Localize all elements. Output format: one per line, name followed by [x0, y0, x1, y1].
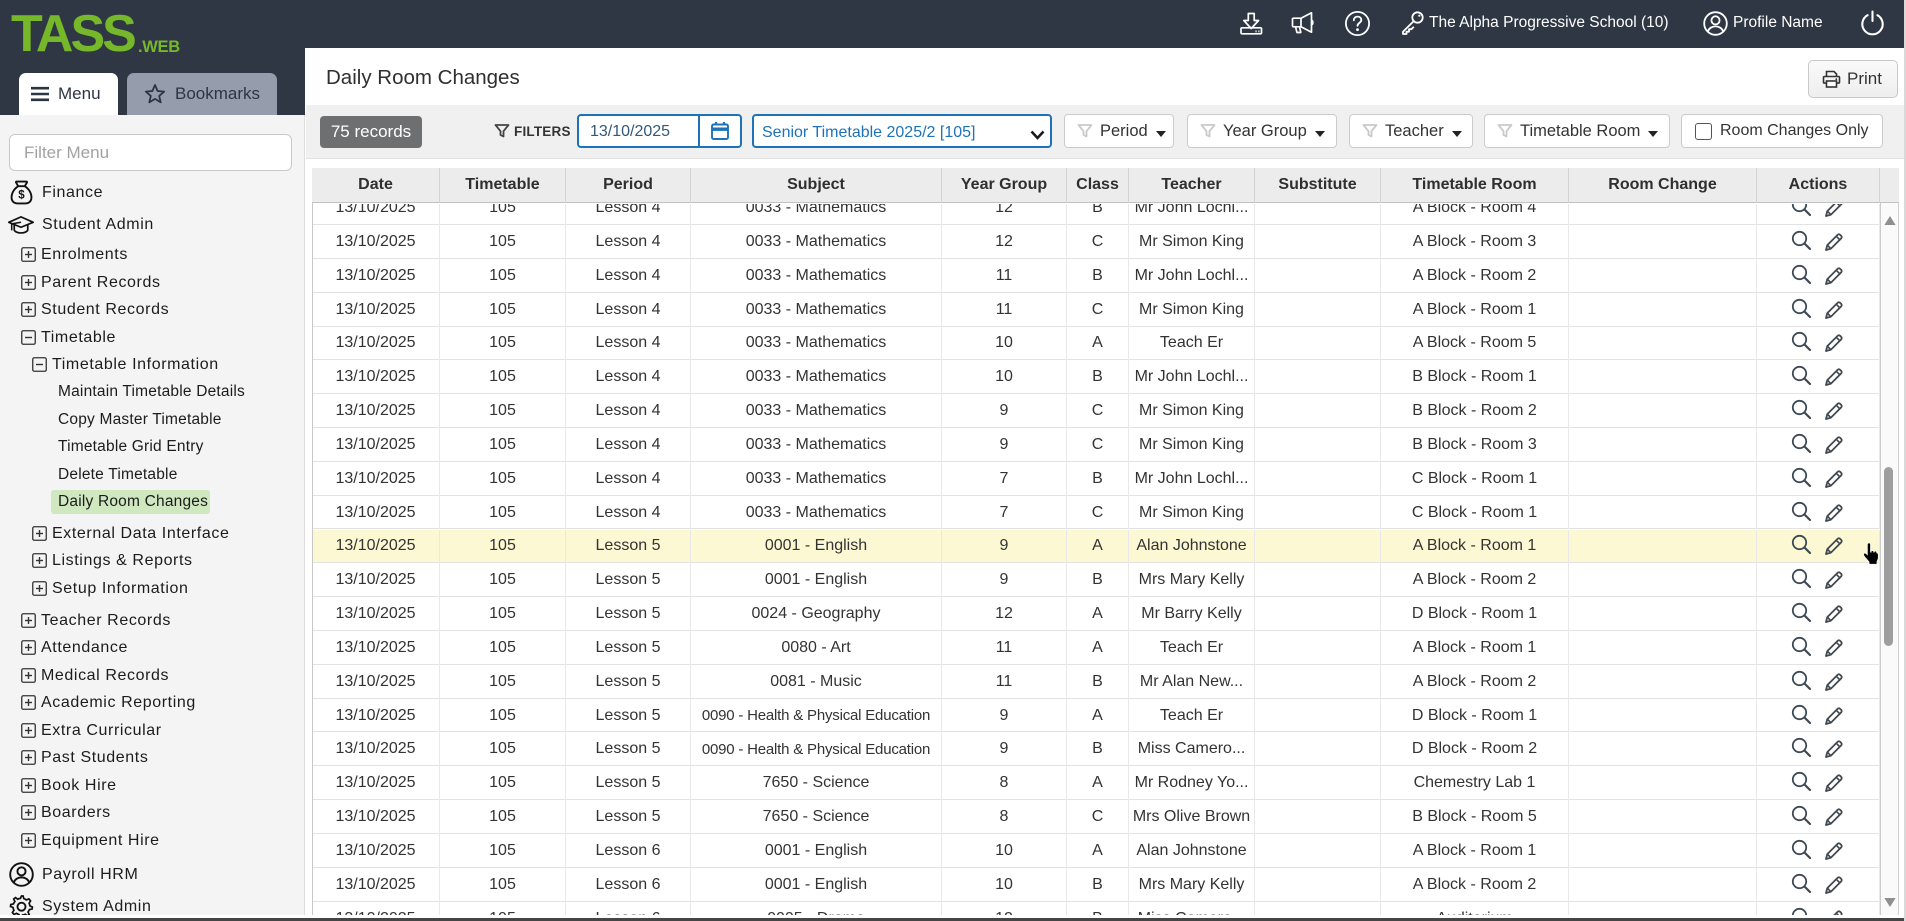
svg-text:$: $ — [18, 189, 25, 201]
